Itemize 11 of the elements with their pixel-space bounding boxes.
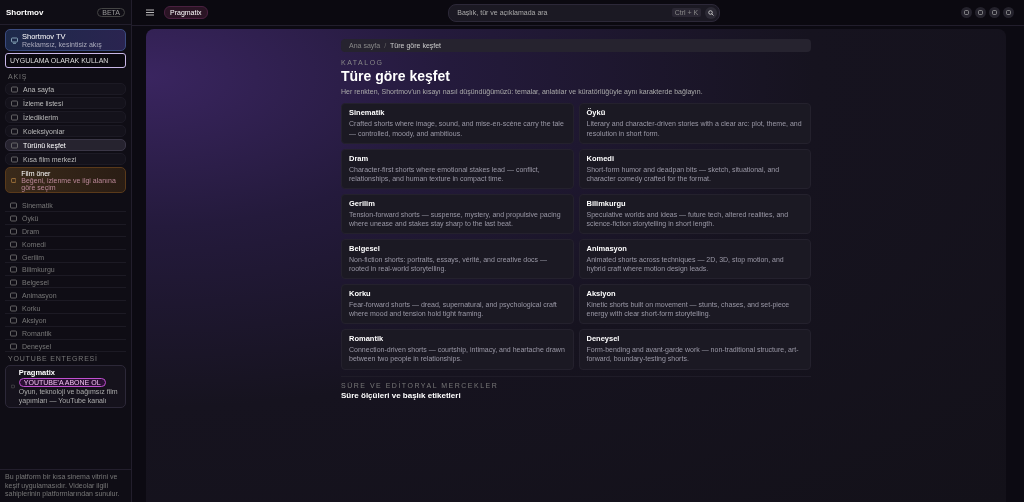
- toolbar-button[interactable]: [989, 7, 1000, 18]
- search-button[interactable]: [705, 6, 718, 19]
- tv-icon: [11, 36, 18, 44]
- search-icon: [708, 9, 715, 16]
- section-title: Süre ölçüleri ve başlık etiketleri: [341, 390, 462, 400]
- page-title: Türe göre keşfet: [341, 68, 451, 84]
- toolbar-button[interactable]: [975, 7, 986, 18]
- menu-icon[interactable]: [146, 9, 154, 16]
- logo[interactable]: Shortmov: [6, 7, 44, 17]
- toolbar-button[interactable]: [1003, 7, 1014, 18]
- toolbar-button[interactable]: [961, 7, 972, 18]
